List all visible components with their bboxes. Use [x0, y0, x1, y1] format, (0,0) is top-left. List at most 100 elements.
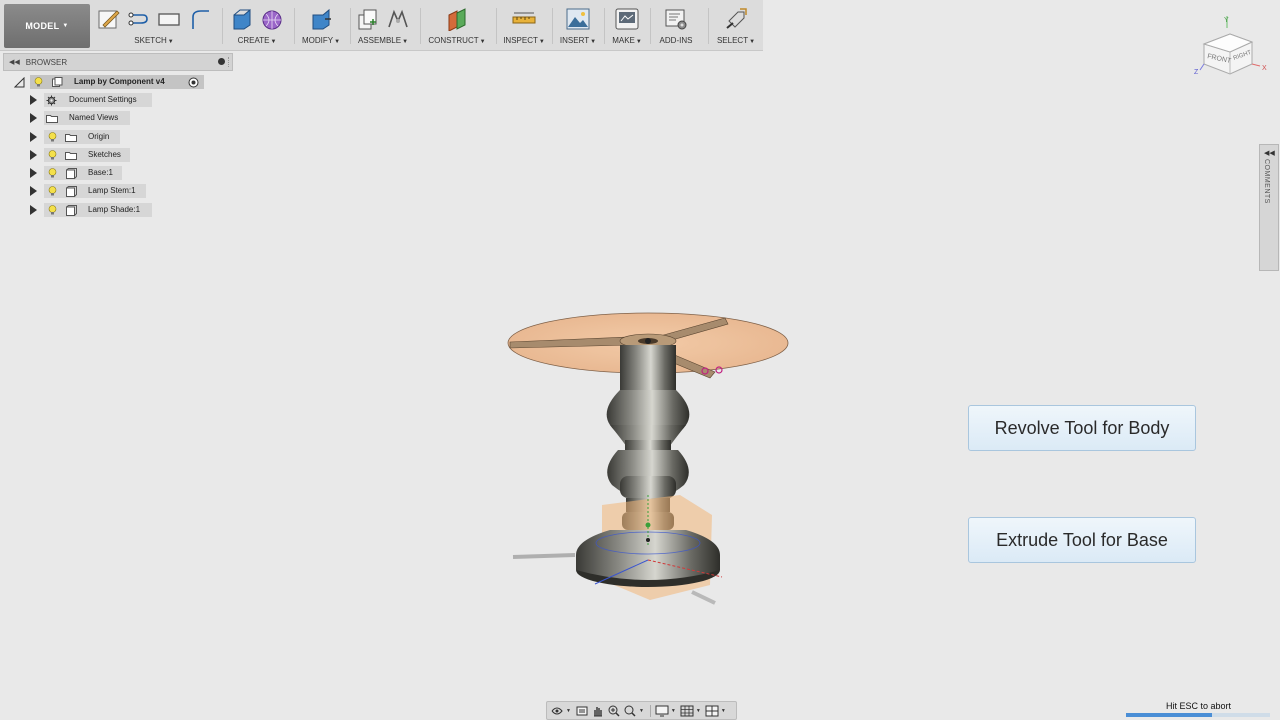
- progress-bar-fill: [1126, 713, 1213, 717]
- navigation-bar: ▼ ▼ ▼ ▼ ▼: [546, 701, 737, 720]
- form-icon[interactable]: [260, 7, 284, 31]
- browser-item-label: Document Settings: [69, 95, 137, 104]
- pin-icon[interactable]: [218, 58, 225, 65]
- orbit-icon[interactable]: [550, 705, 564, 717]
- browser-item-label: Origin: [88, 132, 110, 141]
- expand-triangle-icon[interactable]: [30, 150, 37, 160]
- scripts-addins-icon[interactable]: [664, 7, 688, 31]
- resize-grip-icon[interactable]: [228, 57, 231, 67]
- toolbar-group-create[interactable]: CREATE▼: [228, 4, 286, 48]
- select-icon[interactable]: [724, 7, 748, 31]
- visibility-bulb-icon[interactable]: [48, 186, 57, 196]
- line-icon[interactable]: [127, 7, 151, 31]
- chevron-down-icon: ▼: [590, 39, 597, 45]
- callout-revolve: Revolve Tool for Body: [968, 405, 1196, 451]
- zoom-icon[interactable]: [607, 705, 621, 717]
- browser-item-sketches[interactable]: Sketches: [0, 148, 240, 162]
- lamp-base[interactable]: [576, 530, 720, 580]
- zoom-window-icon[interactable]: [623, 705, 637, 717]
- toolbar-group-select[interactable]: SELECT▼: [712, 4, 760, 48]
- toolbar-divider: [222, 8, 223, 44]
- navbar-divider: [649, 704, 651, 717]
- activate-radio-icon[interactable]: [188, 77, 199, 88]
- workspace-switcher[interactable]: MODEL ▼: [4, 4, 90, 48]
- chevron-down-icon[interactable]: ▼: [721, 708, 726, 714]
- expand-triangle-icon[interactable]: [30, 205, 37, 215]
- toolbar-group-assemble[interactable]: ASSEMBLE▼: [354, 4, 412, 48]
- grid-icon[interactable]: [680, 705, 694, 717]
- visibility-bulb-icon[interactable]: [48, 168, 57, 178]
- browser-item-origin[interactable]: Origin: [0, 130, 240, 144]
- expand-triangle-icon[interactable]: [14, 77, 25, 88]
- browser-item-document-settings[interactable]: Document Settings: [0, 93, 240, 107]
- insert-image-icon[interactable]: [566, 7, 590, 31]
- chevron-down-icon[interactable]: ▼: [639, 708, 644, 714]
- browser-item-label: Base:1: [88, 168, 113, 177]
- viewcube[interactable]: Y FRONT RIGHT Z X: [1190, 14, 1272, 80]
- viewcube-axis-z: Z: [1194, 69, 1199, 76]
- arc-icon[interactable]: [187, 7, 211, 31]
- visibility-bulb-icon[interactable]: [34, 77, 43, 87]
- callout-revolve-text: Revolve Tool for Body: [994, 417, 1170, 438]
- visibility-bulb-icon[interactable]: [48, 150, 57, 160]
- expand-triangle-icon[interactable]: [30, 95, 37, 105]
- create-sketch-icon[interactable]: [97, 7, 121, 31]
- toolbar-divider: [604, 8, 605, 44]
- toolbar-label-assemble: ASSEMBLE: [357, 36, 402, 45]
- callout-extrude-text: Extrude Tool for Base: [996, 529, 1168, 550]
- chevron-down-icon: ▼: [62, 23, 69, 29]
- press-pull-icon[interactable]: [309, 7, 333, 31]
- browser-item-label: Named Views: [69, 113, 119, 122]
- expand-panel-icon[interactable]: ◀◀: [1264, 149, 1275, 157]
- browser-item-lamp-stem[interactable]: Lamp Stem:1: [0, 184, 240, 198]
- joint-icon[interactable]: [386, 7, 410, 31]
- toolbar-group-make[interactable]: MAKE▼: [608, 4, 646, 48]
- workspace-label: MODEL: [25, 21, 60, 31]
- 3d-print-icon[interactable]: [615, 7, 639, 31]
- toolbar-group-addins[interactable]: ADD-INS: [654, 4, 698, 48]
- expand-triangle-icon[interactable]: [30, 186, 37, 196]
- measure-icon[interactable]: [512, 7, 536, 31]
- toolbar-group-insert[interactable]: INSERT▼: [556, 4, 600, 48]
- toolbar-label-insert: INSERT: [559, 36, 590, 45]
- toolbar-group-sketch[interactable]: SKETCH▼: [95, 4, 213, 48]
- offset-plane-icon[interactable]: [445, 7, 469, 31]
- toolbar-divider: [294, 8, 295, 44]
- toolbar-divider: [350, 8, 351, 44]
- visibility-bulb-icon[interactable]: [48, 132, 57, 142]
- comments-panel-tab[interactable]: ◀◀ COMMENTS: [1259, 144, 1279, 271]
- browser-item-lamp-shade[interactable]: Lamp Shade:1: [0, 203, 240, 217]
- toolbar-group-construct[interactable]: CONSTRUCT▼: [424, 4, 490, 48]
- extrude-icon[interactable]: [230, 7, 254, 31]
- lamp-stem[interactable]: [620, 345, 676, 390]
- expand-triangle-icon[interactable]: [30, 168, 37, 178]
- display-settings-icon[interactable]: [655, 705, 669, 717]
- chevron-down-icon[interactable]: ▼: [671, 708, 676, 714]
- folder-icon: [46, 115, 58, 123]
- toolbar-label-create: CREATE: [237, 36, 270, 45]
- toolbar-group-inspect[interactable]: INSPECT▼: [500, 4, 548, 48]
- collapse-panel-icon[interactable]: ◀◀: [9, 58, 20, 66]
- visibility-bulb-icon[interactable]: [48, 205, 57, 215]
- rectangle-icon[interactable]: [157, 7, 181, 31]
- chevron-down-icon[interactable]: ▼: [696, 708, 701, 714]
- viewports-icon[interactable]: [705, 705, 719, 717]
- chevron-down-icon[interactable]: ▼: [566, 708, 571, 714]
- chevron-down-icon: ▼: [479, 39, 486, 45]
- expand-triangle-icon[interactable]: [30, 113, 37, 123]
- chevron-down-icon: ▼: [167, 39, 174, 45]
- folder-icon: [65, 152, 77, 160]
- comments-label: COMMENTS: [1263, 159, 1270, 204]
- browser-item-base[interactable]: Base:1: [0, 166, 240, 180]
- browser-item-named-views[interactable]: Named Views: [0, 111, 240, 125]
- look-at-icon[interactable]: [575, 705, 589, 717]
- viewcube-axis-y: Y: [1224, 17, 1229, 24]
- toolbar-group-modify[interactable]: MODIFY▼: [298, 4, 344, 48]
- toolbar-label-make: MAKE: [612, 36, 635, 45]
- browser-header[interactable]: ◀◀ BROWSER: [3, 53, 233, 71]
- expand-triangle-icon[interactable]: [30, 132, 37, 142]
- new-component-icon[interactable]: [356, 7, 380, 31]
- browser-root-node[interactable]: Lamp by Component v4: [0, 75, 240, 89]
- lamp-3d-model[interactable]: [500, 300, 800, 620]
- pan-icon[interactable]: [591, 705, 605, 717]
